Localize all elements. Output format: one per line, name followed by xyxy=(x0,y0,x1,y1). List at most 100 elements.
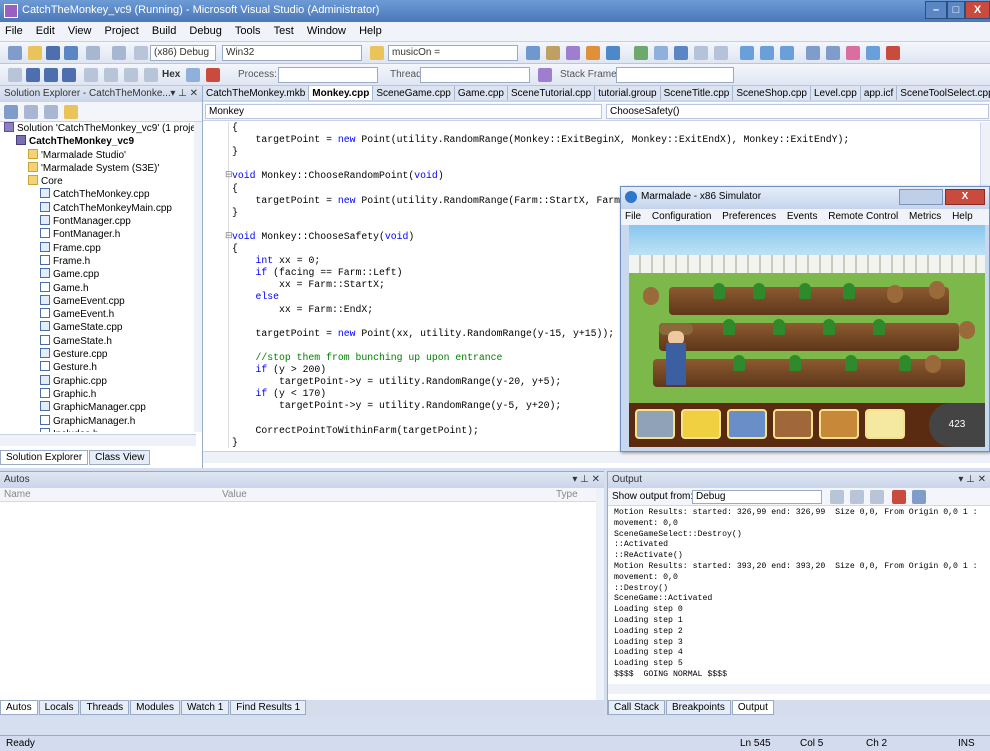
menu-edit[interactable]: Edit xyxy=(31,22,60,40)
find-combo[interactable]: musicOn = xyxy=(388,45,518,61)
tree-item[interactable]: GameEvent.h xyxy=(0,308,196,321)
break-all-icon[interactable] xyxy=(26,68,40,82)
find-message-icon[interactable] xyxy=(830,490,844,504)
document-tab[interactable]: CatchTheMonkey.mkb xyxy=(203,86,310,100)
save-all-icon[interactable] xyxy=(64,46,78,60)
filter-icon[interactable] xyxy=(538,68,552,82)
monkey-sprite[interactable] xyxy=(959,321,975,339)
menu-project[interactable]: Project xyxy=(100,22,144,40)
menu-window[interactable]: Window xyxy=(302,22,351,40)
item-slot-icon[interactable] xyxy=(773,409,813,439)
game-canvas[interactable]: 423 xyxy=(629,225,985,447)
window-layout-icon[interactable] xyxy=(806,46,820,60)
sim-menu-configuration[interactable]: Configuration xyxy=(648,209,715,224)
menu-debug[interactable]: Debug xyxy=(184,22,226,40)
tree-item[interactable]: Frame.h xyxy=(0,254,196,268)
tab-breakpoints[interactable]: Breakpoints xyxy=(666,700,731,715)
debug-windows-icon[interactable] xyxy=(206,68,220,82)
command-window-icon[interactable] xyxy=(606,46,620,60)
document-tab[interactable]: Game.cpp xyxy=(454,86,508,100)
tree-item[interactable]: Gesture.cpp xyxy=(0,348,196,361)
thread-select[interactable] xyxy=(420,67,530,83)
outdent-icon[interactable] xyxy=(714,46,728,60)
tool-icon[interactable] xyxy=(866,46,880,60)
output-text[interactable]: Motion Results: started: 326,99 end: 326… xyxy=(614,508,984,680)
show-all-files-icon[interactable] xyxy=(24,105,38,119)
document-tab[interactable]: Monkey.cpp xyxy=(309,86,374,100)
show-next-statement-icon[interactable] xyxy=(84,68,98,82)
step-into-icon[interactable] xyxy=(104,68,118,82)
properties-icon[interactable] xyxy=(546,46,560,60)
tab-class-view[interactable]: Class View xyxy=(89,450,151,465)
tree-item[interactable]: Game.cpp xyxy=(0,268,196,281)
new-project-icon[interactable] xyxy=(8,46,22,60)
simulator-minmax-buttons[interactable] xyxy=(899,189,943,205)
hex-toggle[interactable]: Hex xyxy=(162,69,180,80)
fold-toggle-icon[interactable]: ⊟ xyxy=(225,170,233,180)
undo-icon[interactable] xyxy=(112,46,126,60)
tab-modules[interactable]: Modules xyxy=(130,700,180,715)
solution-explorer-hscrollbar[interactable] xyxy=(0,434,196,446)
sim-menu-file[interactable]: File xyxy=(621,209,645,224)
sim-menu-metrics[interactable]: Metrics xyxy=(905,209,945,224)
tree-item[interactable]: 'Marmalade Studio' xyxy=(0,148,196,162)
tab-autos[interactable]: Autos xyxy=(0,700,38,715)
pane-pin-icon[interactable]: ▾ ⊥ ✕ xyxy=(572,474,600,485)
class-dropdown[interactable]: Monkey xyxy=(205,104,602,119)
tree-item[interactable]: GameState.h xyxy=(0,334,196,348)
document-tab[interactable]: Level.cpp xyxy=(811,86,861,100)
tree-item[interactable]: 'Marmalade System (S3E)' xyxy=(0,161,196,175)
editor-hscrollbar[interactable] xyxy=(203,451,990,463)
tree-item[interactable]: GameEvent.cpp xyxy=(0,294,196,308)
indent-icon[interactable] xyxy=(694,46,708,60)
view-class-diagram-icon[interactable] xyxy=(64,105,78,119)
solution-explorer-scrollbar[interactable] xyxy=(194,122,202,432)
tree-item[interactable]: Graphic.cpp xyxy=(0,374,196,388)
tab-locals[interactable]: Locals xyxy=(38,700,80,715)
output-source-select[interactable]: Debug xyxy=(692,490,822,504)
pane-pin-icon[interactable]: ▾ ⊥ ✕ xyxy=(958,474,986,485)
properties-icon[interactable] xyxy=(4,105,18,119)
step-out-icon[interactable] xyxy=(144,68,158,82)
next-message-icon[interactable] xyxy=(870,490,884,504)
extension-icon[interactable] xyxy=(846,46,860,60)
find-icon[interactable] xyxy=(370,46,384,60)
document-tab[interactable]: SceneGame.cpp xyxy=(373,86,455,100)
tree-item[interactable]: Solution 'CatchTheMonkey_vc9' (1 proje xyxy=(0,122,196,135)
tab-call-stack[interactable]: Call Stack xyxy=(608,700,666,715)
word-wrap-icon[interactable] xyxy=(912,490,926,504)
item-slot-icon[interactable] xyxy=(681,409,721,439)
menu-file[interactable]: File xyxy=(0,22,28,40)
bookmark-next-icon[interactable] xyxy=(740,46,754,60)
maximize-button[interactable]: □ xyxy=(947,1,965,19)
pane-pin-icon[interactable]: ▾ ⊥ ✕ xyxy=(170,88,198,99)
menu-tools[interactable]: Tools xyxy=(230,22,266,40)
tree-item[interactable]: CatchTheMonkey_vc9 xyxy=(0,135,196,148)
tab-watch-1[interactable]: Watch 1 xyxy=(180,700,230,715)
restart-icon[interactable] xyxy=(62,68,76,82)
document-tab[interactable]: SceneTitle.cpp xyxy=(660,86,734,100)
fold-toggle-icon[interactable]: ⊟ xyxy=(225,231,233,241)
tab-find-results-1[interactable]: Find Results 1 xyxy=(230,700,307,715)
step-over-icon[interactable] xyxy=(124,68,138,82)
sim-menu-events[interactable]: Events xyxy=(783,209,822,224)
column-value[interactable]: Value xyxy=(222,489,247,500)
continue-icon[interactable] xyxy=(8,68,22,82)
tab-output[interactable]: Output xyxy=(731,700,774,715)
tree-item[interactable]: GameState.cpp xyxy=(0,321,196,334)
menu-build[interactable]: Build xyxy=(147,22,181,40)
save-icon[interactable] xyxy=(46,46,60,60)
document-tab[interactable]: app.icf xyxy=(860,86,898,100)
simulator-close-button[interactable]: X xyxy=(945,189,985,205)
object-browser-icon[interactable] xyxy=(566,46,580,60)
toolbox-icon[interactable] xyxy=(586,46,600,60)
open-file-icon[interactable] xyxy=(28,46,42,60)
monkey-sprite[interactable] xyxy=(929,281,945,299)
bookmark-clear-icon[interactable] xyxy=(780,46,794,60)
bookmark-icon[interactable] xyxy=(634,46,648,60)
start-debug-icon[interactable] xyxy=(134,46,148,60)
tree-item[interactable]: FontManager.h xyxy=(0,228,196,241)
tree-item[interactable]: Gesture.h xyxy=(0,361,196,374)
comment-icon[interactable] xyxy=(654,46,668,60)
bookmark-prev-icon[interactable] xyxy=(760,46,774,60)
